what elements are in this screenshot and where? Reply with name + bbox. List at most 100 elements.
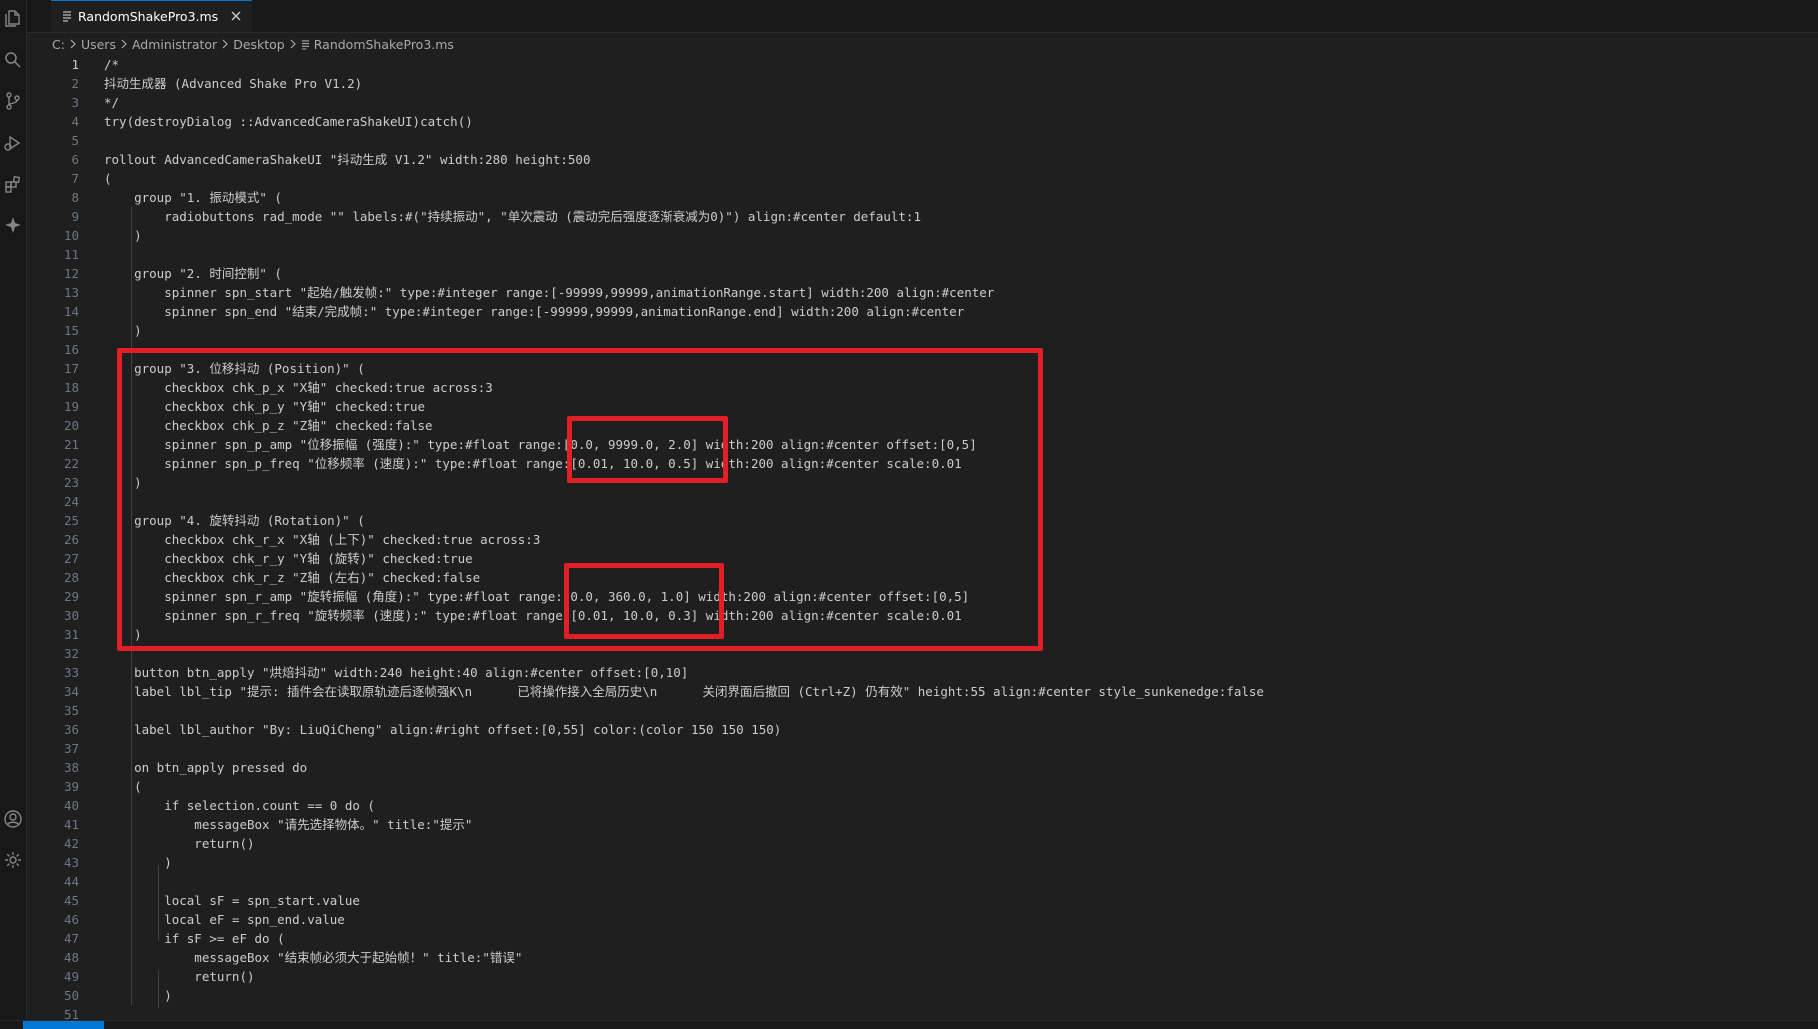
code-line[interactable]: 13 spinner spn_start "起始/触发帧:" type:#int… [27,283,1817,302]
code-line[interactable]: 38 on btn_apply pressed do [27,758,1817,777]
code-line[interactable]: 46 local eF = spn_end.value [27,910,1817,929]
line-number: 13 [63,285,79,300]
line-number: 43 [63,855,79,870]
line-text: ) [104,855,172,870]
run-debug-icon[interactable] [0,129,26,157]
tab-randomshakepro3[interactable]: RandomShakePro3.ms [51,0,252,32]
source-control-icon[interactable] [0,87,26,115]
line-number: 32 [63,646,79,661]
line-number: 34 [63,684,79,699]
line-text: ) [104,228,142,243]
copilot-icon[interactable] [0,211,26,239]
code-line[interactable]: 14 spinner spn_end "结束/完成帧:" type:#integ… [27,302,1817,321]
indent-guide [158,970,159,1008]
line-number: 28 [63,570,79,585]
line-number: 38 [63,760,79,775]
code-line[interactable]: 34 label lbl_tip "提示: 插件会在读取原轨迹后逐帧强K\n 已… [27,682,1817,701]
line-text: messageBox "请先选择物体。" title:"提示" [104,817,473,832]
line-number: 19 [63,399,79,414]
breadcrumb-item[interactable]: RandomShakePro3.ms [314,37,454,52]
code-line[interactable]: 36 label lbl_author "By: LiuQiCheng" ali… [27,720,1817,739]
line-number: 5 [71,133,79,148]
line-number: 47 [63,931,79,946]
line-text: local sF = spn_start.value [104,893,360,908]
line-number: 21 [63,437,79,452]
code-line[interactable]: 50 ) [27,986,1817,1005]
chevron-right-icon [289,39,297,49]
search-icon[interactable] [0,46,26,74]
settings-gear-icon[interactable] [0,846,26,874]
status-bar [0,1020,1818,1029]
line-text: messageBox "结束帧必须大于起始帧！" title:"错误" [104,950,523,965]
line-number: 48 [63,950,79,965]
code-line[interactable]: 12 group "2. 时间控制" ( [27,264,1817,283]
code-line[interactable]: 7( [27,169,1817,188]
code-line[interactable]: 8 group "1. 振动模式" ( [27,188,1817,207]
line-number: 24 [63,494,79,509]
code-line[interactable]: 9 radiobuttons rad_mode "" labels:#("持续振… [27,207,1817,226]
line-number: 18 [63,380,79,395]
breadcrumb-item[interactable]: Users [81,37,116,52]
code-line[interactable]: 4 try(destroyDialog ::AdvancedCameraShake… [27,112,1817,131]
breadcrumb-item[interactable]: Administrator [132,37,217,52]
line-text: return() [104,969,255,984]
breadcrumb-item[interactable]: C: [52,37,65,52]
line-text: group "1. 振动模式" ( [104,190,282,205]
files-icon[interactable] [0,4,26,32]
line-number: 1 [71,57,79,72]
indent-guide [158,865,159,941]
line-number: 23 [63,475,79,490]
code-line[interactable]: 48 messageBox "结束帧必须大于起始帧！" title:"错误" [27,948,1817,967]
line-number: 37 [63,741,79,756]
code-line[interactable]: 44 [27,872,1817,891]
line-number: 45 [63,893,79,908]
line-number: 14 [63,304,79,319]
code-line[interactable]: 42 return() [27,834,1817,853]
code-line[interactable]: 43 ) [27,853,1817,872]
code-line[interactable]: 37 [27,739,1817,758]
code-line[interactable]: 5 [27,131,1817,150]
code-line[interactable]: 49 return() [27,967,1817,986]
code-line[interactable]: 15 ) [27,321,1817,340]
line-text: local eF = spn_end.value [104,912,345,927]
code-line[interactable]: 35 [27,701,1817,720]
file-lines-icon [301,39,310,50]
code-line[interactable]: 1 /* [27,55,1817,74]
status-remote-indicator[interactable] [23,1021,104,1029]
line-text: return() [104,836,255,851]
code-line[interactable]: 2 抖动生成器 (Advanced Shake Pro V1.2) [27,74,1817,93]
annotation-box-rotation-range [564,563,724,639]
chevron-right-icon [69,39,77,49]
code-line[interactable]: 45 local sF = spn_start.value [27,891,1817,910]
line-number: 8 [71,190,79,205]
code-line[interactable]: 33 button btn_apply "烘焙抖动" width:240 hei… [27,663,1817,682]
line-text: on btn_apply pressed do [104,760,308,775]
line-number: 46 [63,912,79,927]
code-line[interactable]: 11 [27,245,1817,264]
code-line[interactable]: 41 messageBox "请先选择物体。" title:"提示" [27,815,1817,834]
line-number: 33 [63,665,79,680]
line-number: 10 [63,228,79,243]
code-line[interactable]: 40 if selection.count == 0 do ( [27,796,1817,815]
line-text: radiobuttons rad_mode "" labels:#("持续振动"… [104,209,921,224]
line-text: if selection.count == 0 do ( [104,798,375,813]
line-number: 15 [63,323,79,338]
line-number: 36 [63,722,79,737]
line-text: */ [104,95,120,110]
line-text: ) [104,988,172,1003]
line-number: 42 [63,836,79,851]
line-number: 27 [63,551,79,566]
code-line[interactable]: 6 rollout AdvancedCameraShakeUI "抖动生成 V1.… [27,150,1817,169]
code-line[interactable]: 39 ( [27,777,1817,796]
code-line[interactable]: 10 ) [27,226,1817,245]
line-text: ) [104,323,142,338]
account-icon[interactable] [0,805,26,833]
close-icon[interactable] [229,9,243,23]
line-number: 16 [63,342,79,357]
extensions-icon[interactable] [0,170,26,198]
line-text: ( [104,171,112,186]
code-line[interactable]: 3 */ [27,93,1817,112]
breadcrumb-item[interactable]: Desktop [233,37,285,52]
code-line[interactable]: 47 if sF >= eF do ( [27,929,1817,948]
line-number: 9 [71,209,79,224]
